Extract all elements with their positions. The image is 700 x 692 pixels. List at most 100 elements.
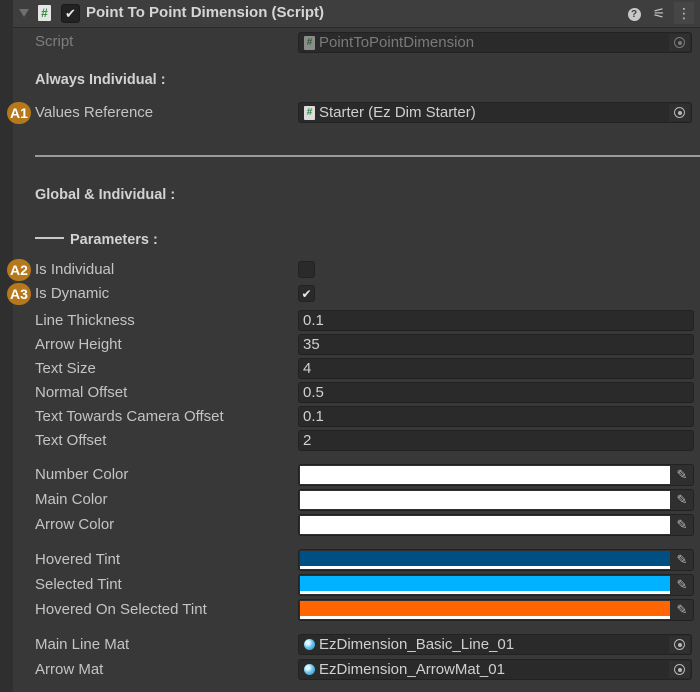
section-divider [35,155,700,157]
field-label: Selected Tint [35,576,122,593]
values-reference-field[interactable]: # Starter (Ez Dim Starter) [298,102,692,123]
field-value: 0.1 [303,312,324,329]
eyedropper-icon[interactable]: ✎ [671,465,693,485]
hovered-on-selected-tint-row: Hovered On Selected Tint ✎ [0,599,700,621]
arrow-color-field[interactable]: ✎ [298,514,694,536]
material-icon [304,639,315,650]
main-line-mat-row: Main Line Mat EzDimension_Basic_Line_01 [0,634,700,656]
field-label: Text Offset [35,432,107,449]
material-icon [304,664,315,675]
script-file-icon: # [304,106,315,120]
hovered-tint-row: Hovered Tint ✎ [0,549,700,571]
text-towards-camera-offset-input[interactable]: 0.1 [298,406,694,427]
object-picker-icon[interactable] [669,34,690,51]
text-size-input[interactable]: 4 [298,358,694,379]
selected-tint-row: Selected Tint ✎ [0,574,700,596]
main-color-row: Main Color ✎ [0,489,700,511]
normal-offset-input[interactable]: 0.5 [298,382,694,403]
is-individual-row: A2 Is Individual [0,259,700,281]
is-individual-label: Is Individual [35,261,115,278]
field-value: EzDimension_Basic_Line_01 [319,636,515,653]
selected-tint-field[interactable]: ✎ [298,574,694,596]
object-picker-icon[interactable] [669,661,690,678]
arrow-height-input[interactable]: 35 [298,334,694,355]
values-reference-label: Values Reference [35,104,154,121]
field-label: Arrow Color [35,516,115,533]
field-label: Arrow Height [35,336,122,353]
script-icon: # [38,5,51,21]
field-label: Hovered On Selected Tint [35,601,207,618]
color-swatch[interactable] [300,491,670,509]
arrow-color-row: Arrow Color ✎ [0,514,700,536]
hovered-tint-field[interactable]: ✎ [298,549,694,571]
text-size-row: Text Size 4 [0,358,700,380]
is-individual-checkbox[interactable] [298,261,315,278]
line-thickness-row: Line Thickness 0.1 [0,310,700,332]
is-dynamic-row: A3 Is Dynamic ✔ [0,283,700,305]
eyedropper-icon[interactable]: ✎ [671,515,693,535]
field-value: EzDimension_ArrowMat_01 [319,661,505,678]
main-line-mat-field[interactable]: EzDimension_Basic_Line_01 [298,634,692,655]
field-value: 35 [303,336,320,353]
eyedropper-icon[interactable]: ✎ [671,550,693,570]
color-swatch[interactable] [300,466,670,484]
annotation-badge: A1 [7,102,31,124]
field-label: Hovered Tint [35,551,121,568]
annotation-badge: A2 [7,259,31,281]
context-menu-icon[interactable]: ⋮ [674,2,694,24]
eyedropper-icon[interactable]: ✎ [671,490,693,510]
field-value: 0.5 [303,384,324,401]
component-title: Point To Point Dimension (Script) [86,4,325,21]
normal-offset-row: Normal Offset 0.5 [0,382,700,404]
text-towards-camera-offset-row: Text Towards Camera Offset 0.1 [0,406,700,428]
field-value: 4 [303,360,312,377]
values-reference-value: Starter (Ez Dim Starter) [319,104,476,121]
component-header[interactable]: # ✔ Point To Point Dimension (Script) ? … [13,0,700,28]
arrow-height-row: Arrow Height 35 [0,334,700,356]
script-row: Script # PointToPointDimension [0,31,700,53]
object-picker-icon[interactable] [669,104,690,121]
field-label: Main Color [35,491,108,508]
main-color-field[interactable]: ✎ [298,489,694,511]
script-label: Script [35,33,74,50]
is-dynamic-label: Is Dynamic [35,285,110,302]
field-label: Line Thickness [35,312,135,329]
arrow-mat-row: Arrow Mat EzDimension_ArrowMat_01 [0,659,700,681]
hovered-on-selected-tint-field[interactable]: ✎ [298,599,694,621]
section-always-individual: Always Individual : [35,72,166,88]
presets-icon[interactable]: ⚟ [650,4,668,22]
number-color-row: Number Color ✎ [0,464,700,486]
line-thickness-input[interactable]: 0.1 [298,310,694,331]
section-global-individual: Global & Individual : [35,187,176,203]
field-label: Main Line Mat [35,636,130,653]
text-offset-input[interactable]: 2 [298,430,694,451]
eyedropper-icon[interactable]: ✎ [671,575,693,595]
section-parameters: Parameters : [35,232,158,248]
text-offset-row: Text Offset 2 [0,430,700,452]
field-label: Number Color [35,466,129,483]
object-picker-icon[interactable] [669,636,690,653]
parameters-dash [35,237,64,239]
is-dynamic-checkbox[interactable]: ✔ [298,285,315,302]
script-field[interactable]: # PointToPointDimension [298,32,692,53]
color-swatch[interactable] [300,576,670,594]
color-swatch[interactable] [300,551,670,569]
annotation-badge: A3 [7,283,31,305]
color-swatch[interactable] [300,601,670,619]
field-label: Text Size [35,360,96,377]
script-value: PointToPointDimension [319,34,475,51]
script-file-icon: # [304,36,315,50]
field-label: Normal Offset [35,384,128,401]
foldout-triangle-icon[interactable] [19,9,29,17]
field-label: Arrow Mat [35,661,104,678]
eyedropper-icon[interactable]: ✎ [671,600,693,620]
values-reference-row: A1 Values Reference # Starter (Ez Dim St… [0,102,700,124]
parameters-label: Parameters : [70,232,158,248]
arrow-mat-field[interactable]: EzDimension_ArrowMat_01 [298,659,692,680]
color-swatch[interactable] [300,516,670,534]
help-icon[interactable]: ? [625,4,643,22]
component-enabled-checkbox[interactable]: ✔ [61,4,80,23]
field-label: Text Towards Camera Offset [35,408,224,425]
field-value: 2 [303,432,312,449]
number-color-field[interactable]: ✎ [298,464,694,486]
